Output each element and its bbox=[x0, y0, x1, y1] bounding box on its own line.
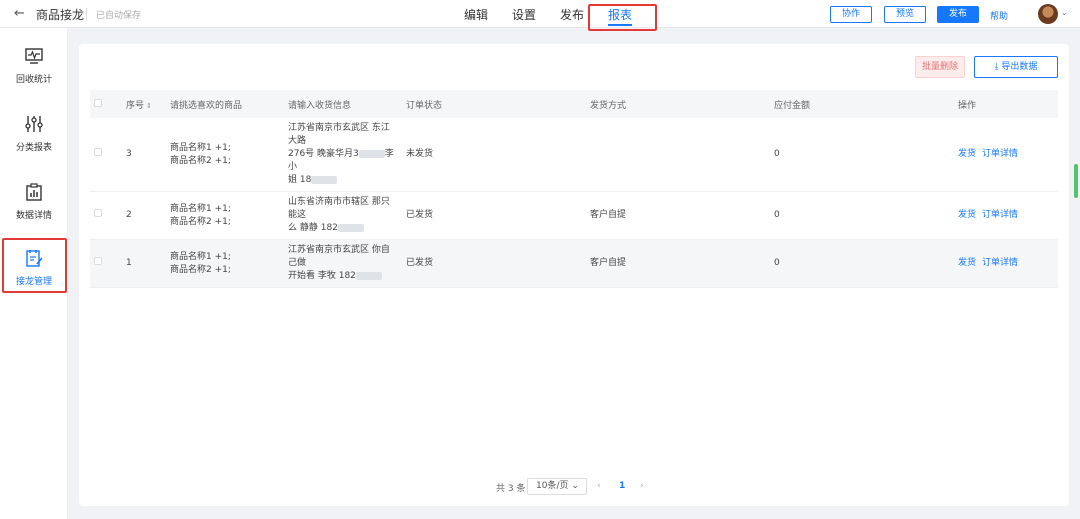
avatar[interactable] bbox=[1038, 4, 1058, 24]
redacted-block bbox=[355, 271, 382, 280]
cell-address: 江苏省南京市玄武区 东江大路 276号 晚豪华月3 李小姐 18 bbox=[284, 118, 402, 192]
cell-goods: 商品名称1 +1; 商品名称2 +1; bbox=[166, 239, 284, 288]
column-header-status: 订单状态 bbox=[402, 90, 586, 118]
row-checkbox[interactable] bbox=[94, 209, 102, 217]
download-icon: ⤓ bbox=[994, 62, 999, 72]
sidebar-item-data-details[interactable]: 数据详情 bbox=[0, 182, 68, 242]
column-header-actions: 操作 bbox=[954, 90, 1058, 118]
sidebar-item-label: 分类报表 bbox=[15, 143, 52, 153]
tab-edit[interactable]: 编辑 bbox=[464, 6, 488, 23]
column-header-amount: 应付金额 bbox=[770, 90, 954, 118]
cell-actions: 发货 订单详情 bbox=[954, 191, 1058, 240]
prev-page-icon[interactable]: ‹ bbox=[597, 481, 601, 491]
clipboard-chart-icon bbox=[26, 183, 42, 201]
cell-address: 江苏省南京市玄武区 你自己做 开始看 李牧 182 bbox=[284, 239, 402, 288]
top-bar: ← 商品接龙 已自动保存 编辑 设置 发布 报表 协作 预览 发布 帮助 ⌄ bbox=[0, 0, 1080, 28]
main-card: 批量删除 ⤓ 导出数据 序号 ⇕ 请挑选喜欢的商品 请输入收货信息 订单状态 发货… bbox=[79, 44, 1069, 506]
sidebar-item-recovery-stats[interactable]: 回收统计 bbox=[0, 46, 68, 106]
next-page-icon[interactable]: › bbox=[640, 481, 644, 491]
collab-button[interactable]: 协作 bbox=[830, 6, 872, 23]
page-number-current[interactable]: 1 bbox=[619, 481, 625, 491]
cell-amount: 0 bbox=[770, 191, 954, 240]
cell-actions: 发货 订单详情 bbox=[954, 118, 1058, 192]
back-arrow-icon[interactable]: ← bbox=[14, 6, 25, 21]
cell-shipping bbox=[586, 118, 770, 192]
scrollbar-thumb[interactable] bbox=[1074, 164, 1078, 198]
cell-shipping: 客户自提 bbox=[586, 191, 770, 240]
redacted-block bbox=[337, 223, 364, 232]
sidebar-item-label: 数据详情 bbox=[15, 211, 52, 221]
tab-settings[interactable]: 设置 bbox=[512, 6, 536, 23]
column-header-shipping: 发货方式 bbox=[586, 90, 770, 118]
pagination: 共 3 条 10条/页 ⌄ ‹ 1 › bbox=[79, 478, 1069, 496]
cell-shipping: 客户自提 bbox=[586, 239, 770, 288]
orders-table: 序号 ⇕ 请挑选喜欢的商品 请输入收货信息 订单状态 发货方式 应付金额 操作 3… bbox=[90, 90, 1058, 288]
ship-link[interactable]: 发货 bbox=[958, 210, 976, 220]
column-header-goods: 请挑选喜欢的商品 bbox=[166, 90, 284, 118]
table-row: 3 商品名称1 +1; 商品名称2 +1; 江苏省南京市玄武区 东江大路 276号 … bbox=[90, 118, 1058, 192]
cell-status: 已发货 bbox=[402, 191, 586, 240]
redacted-block bbox=[311, 175, 338, 184]
cell-goods: 商品名称1 +1; 商品名称2 +1; bbox=[166, 191, 284, 240]
cell-amount: 0 bbox=[770, 239, 954, 288]
highlight-box-report-tab bbox=[588, 4, 657, 31]
cell-no: 1 bbox=[122, 239, 166, 288]
table-row: 1 商品名称1 +1; 商品名称2 +1; 江苏省南京市玄武区 你自己做 开始看 李… bbox=[90, 239, 1058, 288]
row-checkbox[interactable] bbox=[94, 148, 102, 156]
chevron-down-icon[interactable]: ⌄ bbox=[1061, 8, 1068, 17]
export-button[interactable]: ⤓ 导出数据 bbox=[974, 56, 1058, 78]
pagination-total: 共 3 条 bbox=[496, 484, 526, 494]
cell-status: 未发货 bbox=[402, 118, 586, 192]
ship-link[interactable]: 发货 bbox=[958, 258, 976, 268]
cell-amount: 0 bbox=[770, 118, 954, 192]
divider bbox=[86, 8, 87, 20]
app-title: 商品接龙 bbox=[36, 8, 85, 22]
cell-actions: 发货 订单详情 bbox=[954, 239, 1058, 288]
ship-link[interactable]: 发货 bbox=[958, 149, 976, 159]
row-checkbox[interactable] bbox=[94, 257, 102, 265]
sort-icon[interactable]: ⇕ bbox=[146, 102, 152, 110]
monitor-icon bbox=[25, 48, 43, 64]
autosave-status: 已自动保存 bbox=[96, 11, 142, 21]
export-label: 导出数据 bbox=[1001, 62, 1038, 72]
order-detail-link[interactable]: 订单详情 bbox=[982, 258, 1018, 268]
bulk-delete-button[interactable]: 批量删除 bbox=[915, 56, 965, 78]
table-row: 2 商品名称1 +1; 商品名称2 +1; 山东省济南市市辖区 那只能这么 静静 … bbox=[90, 191, 1058, 240]
cell-no: 2 bbox=[122, 191, 166, 240]
cell-address: 山东省济南市市辖区 那只能这么 静静 182 bbox=[284, 191, 402, 240]
highlight-box-chain-management bbox=[2, 238, 67, 293]
header-checkbox[interactable] bbox=[90, 90, 122, 118]
column-header-no[interactable]: 序号 ⇕ bbox=[122, 90, 166, 118]
tab-publish[interactable]: 发布 bbox=[560, 6, 584, 23]
sliders-icon bbox=[25, 116, 43, 132]
redacted-block bbox=[358, 149, 385, 158]
cell-status: 已发货 bbox=[402, 239, 586, 288]
order-detail-link[interactable]: 订单详情 bbox=[982, 210, 1018, 220]
order-detail-link[interactable]: 订单详情 bbox=[982, 149, 1018, 159]
page-size-select[interactable]: 10条/页 ⌄ bbox=[527, 478, 587, 495]
table-header-row: 序号 ⇕ 请挑选喜欢的商品 请输入收货信息 订单状态 发货方式 应付金额 操作 bbox=[90, 90, 1058, 118]
cell-no: 3 bbox=[122, 118, 166, 192]
preview-button[interactable]: 预览 bbox=[884, 6, 926, 23]
cell-goods: 商品名称1 +1; 商品名称2 +1; bbox=[166, 118, 284, 192]
help-link[interactable]: 帮助 bbox=[990, 9, 1008, 22]
chevron-down-icon: ⌄ bbox=[571, 481, 579, 491]
sidebar-item-category-report[interactable]: 分类报表 bbox=[0, 114, 68, 174]
publish-button[interactable]: 发布 bbox=[937, 6, 979, 23]
column-header-address: 请输入收货信息 bbox=[284, 90, 402, 118]
sidebar-item-label: 回收统计 bbox=[15, 75, 52, 85]
